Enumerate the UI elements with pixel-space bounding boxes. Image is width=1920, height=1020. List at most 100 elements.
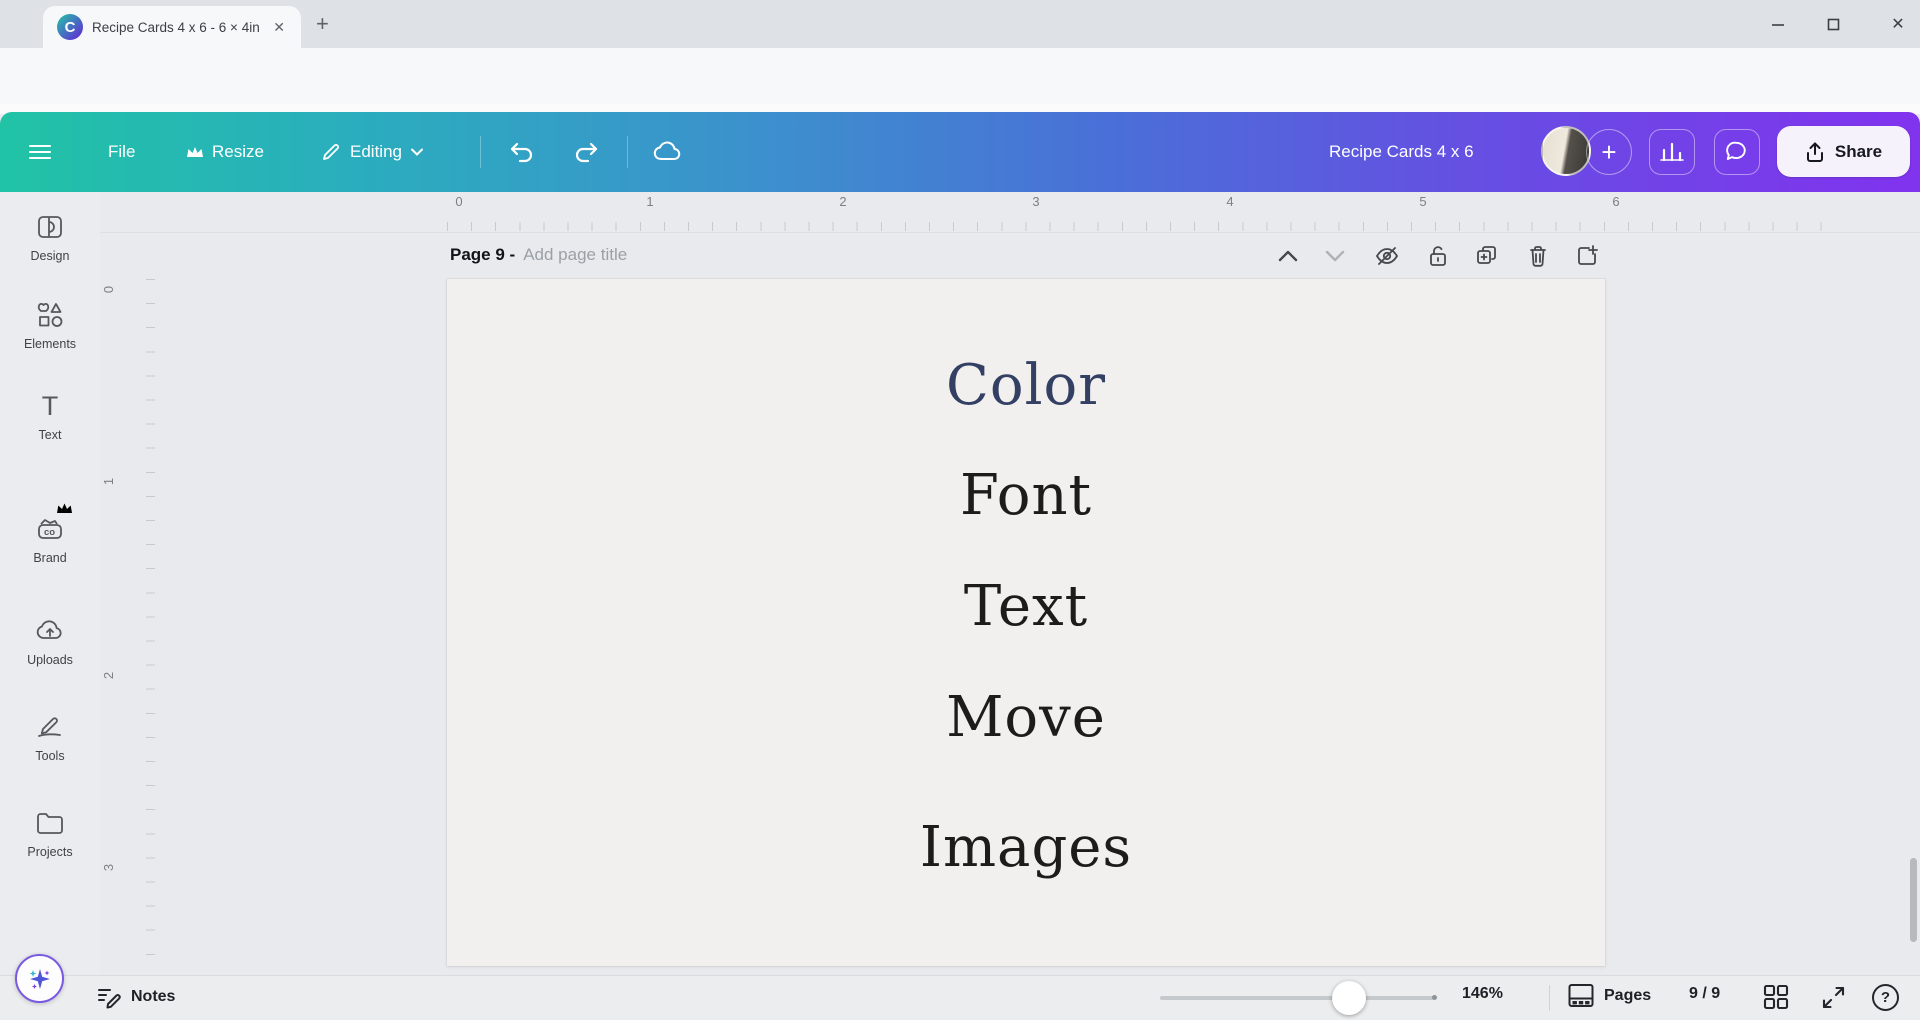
design-icon (0, 212, 100, 242)
svg-text:co: co (44, 527, 55, 538)
canvas-vertical-scrollbar[interactable] (1910, 858, 1917, 942)
main-menu-button[interactable] (28, 112, 52, 192)
page-number-label: Page 9 - (450, 245, 515, 265)
sidebar-item-tools[interactable]: Tools (0, 712, 100, 763)
share-button-label: Share (1835, 142, 1882, 162)
crown-icon (186, 145, 204, 159)
text-icon: T (0, 391, 100, 421)
add-page-button[interactable] (1572, 242, 1602, 270)
file-menu-button[interactable]: File (108, 112, 135, 192)
canvas-text-text[interactable]: Text (447, 574, 1605, 640)
sidebar-item-label: Design (0, 249, 100, 263)
editing-mode-button[interactable]: Editing (320, 112, 424, 192)
ruler-ticks (447, 222, 1837, 231)
help-button[interactable]: ? (1872, 984, 1899, 1011)
ruler-tick-label: 6 (1612, 194, 1619, 209)
zoom-slider-track[interactable] (1160, 996, 1434, 1000)
duplicate-page-button[interactable] (1472, 242, 1502, 270)
sidebar-item-label: Tools (0, 749, 100, 763)
ruler-tick-label: 0 (455, 194, 462, 209)
ruler-border (100, 232, 1920, 233)
notes-button[interactable]: Notes (96, 984, 175, 1010)
zoom-slider-end-dot (1432, 995, 1437, 1000)
share-button[interactable]: Share (1777, 126, 1910, 177)
sidebar-item-text[interactable]: T Text (0, 391, 100, 442)
redo-button[interactable] (572, 112, 602, 192)
resize-menu-label: Resize (212, 142, 264, 162)
canvas-text-images[interactable]: Images (447, 815, 1605, 881)
ruler-tick-label: 3 (1032, 194, 1039, 209)
grid-view-icon (1762, 983, 1790, 1011)
grid-view-button[interactable] (1762, 983, 1790, 1011)
sidebar-item-label: Projects (0, 845, 100, 859)
tab-close-icon[interactable]: ✕ (267, 17, 291, 38)
window-minimize-button[interactable] (1755, 0, 1801, 48)
zoom-level-button[interactable]: 146% (1462, 985, 1503, 1003)
move-page-down-button[interactable] (1320, 242, 1350, 270)
sidebar-item-label: Elements (0, 337, 100, 351)
move-page-up-button[interactable] (1273, 242, 1303, 270)
page-title-bar[interactable]: Page 9 - Add page title (450, 245, 627, 265)
comments-button[interactable] (1714, 129, 1760, 175)
zoom-level-label: 146% (1462, 985, 1503, 1003)
resize-menu-button[interactable]: Resize (186, 112, 264, 192)
help-glyph: ? (1881, 989, 1890, 1006)
sidebar-item-label: Text (0, 428, 100, 442)
document-title[interactable]: Recipe Cards 4 x 6 (1329, 112, 1474, 192)
sidebar-item-brand[interactable]: co Brand (0, 514, 100, 565)
brand-icon: co (0, 514, 100, 544)
undo-icon (506, 139, 536, 165)
new-tab-button[interactable]: + (316, 14, 329, 34)
undo-button[interactable] (506, 112, 536, 192)
cloud-save-status-icon[interactable] (652, 112, 684, 192)
ruler-tick-label: 1 (101, 478, 116, 485)
horizontal-ruler[interactable]: 0 1 2 3 4 5 6 (100, 192, 1920, 233)
header-divider (480, 136, 481, 168)
page-title-placeholder[interactable]: Add page title (523, 245, 627, 265)
header-divider (627, 136, 628, 168)
sidebar-item-label: Brand (0, 551, 100, 565)
window-maximize-button[interactable] (1810, 0, 1856, 48)
canvas-text-color[interactable]: Color (447, 353, 1605, 419)
window-close-button[interactable]: ✕ (1875, 0, 1920, 48)
help-icon: ? (1872, 984, 1899, 1011)
notes-label: Notes (131, 988, 175, 1006)
sidebar-item-label: Uploads (0, 653, 100, 667)
ruler-tick-label: 5 (1419, 194, 1426, 209)
insights-button[interactable] (1649, 129, 1695, 175)
canvas-text-font[interactable]: Font (447, 463, 1605, 529)
ruler-tick-label: 0 (101, 286, 116, 293)
account-avatar[interactable] (1541, 126, 1591, 176)
file-menu-label: File (108, 142, 135, 162)
crown-icon (56, 502, 73, 515)
delete-page-button[interactable] (1523, 242, 1553, 270)
uploads-cloud-icon (0, 616, 100, 646)
sidebar-item-design[interactable]: Design (0, 212, 100, 263)
page-indicator-label: 9 / 9 (1689, 985, 1720, 1003)
ruler-tick-label: 4 (1226, 194, 1233, 209)
notes-icon (96, 984, 122, 1010)
sidebar-item-uploads[interactable]: Uploads (0, 616, 100, 667)
share-upload-icon (1805, 141, 1825, 163)
ruler-tick-label: 3 (101, 864, 116, 871)
fullscreen-button[interactable] (1820, 984, 1847, 1011)
canvas-text-move[interactable]: Move (447, 685, 1605, 751)
hide-page-button[interactable] (1372, 242, 1402, 270)
zoom-slider-handle[interactable] (1332, 981, 1366, 1015)
ruler-tick-label: 1 (646, 194, 653, 209)
sidebar-item-projects[interactable]: Projects (0, 808, 100, 859)
footer-divider (1549, 985, 1550, 1011)
document-title-label: Recipe Cards 4 x 6 (1329, 142, 1474, 162)
elements-icon (0, 300, 100, 330)
magic-assistant-button[interactable] (15, 954, 64, 1003)
pages-icon (1567, 982, 1595, 1009)
sidebar-item-elements[interactable]: Elements (0, 300, 100, 351)
pages-label: Pages (1604, 987, 1651, 1005)
lock-page-button[interactable] (1423, 242, 1453, 270)
browser-tab[interactable]: C Recipe Cards 4 x 6 - 6 × 4in ✕ (43, 6, 301, 48)
invite-member-button[interactable]: + (1586, 129, 1632, 175)
projects-folder-icon (0, 808, 100, 838)
pages-button[interactable]: Pages (1567, 982, 1651, 1009)
pencil-icon (320, 141, 342, 163)
comment-bubble-icon (1724, 140, 1750, 164)
